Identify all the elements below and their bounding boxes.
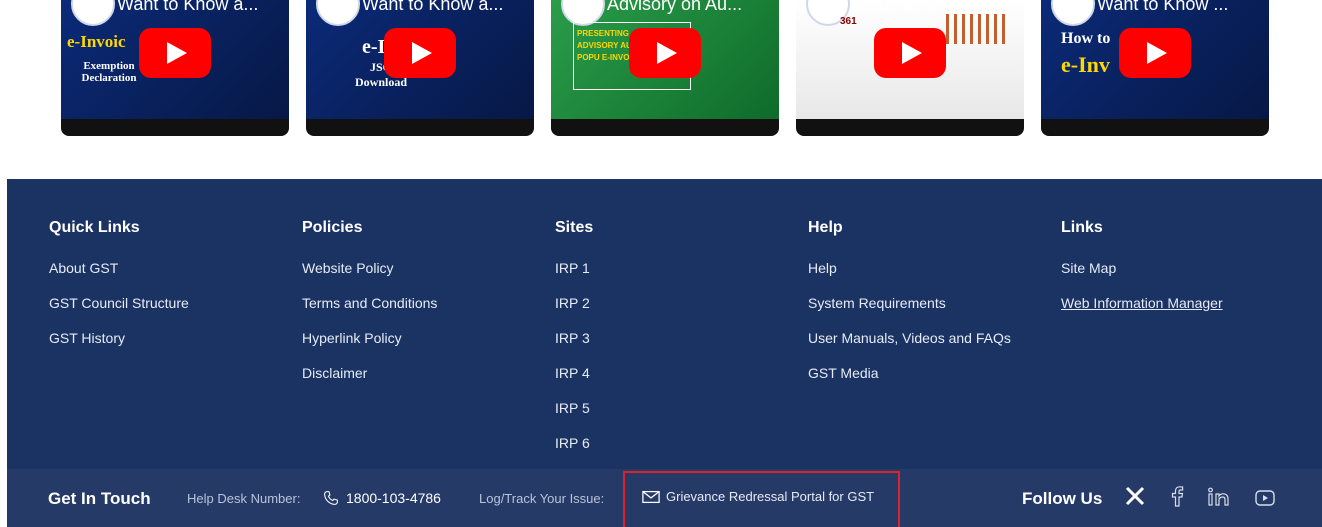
footer-column-quick-links: Quick Links About GST GST Council Struct… bbox=[49, 219, 189, 364]
column-heading: Sites bbox=[555, 219, 594, 236]
video-subline: e-Inv bbox=[1061, 52, 1110, 77]
video-subline: Exemption Declaration bbox=[81, 60, 137, 84]
footer-link-irp-6[interactable]: IRP 6 bbox=[555, 434, 593, 469]
footer-link-web-information-manager[interactable]: Web Information Manager bbox=[1061, 294, 1223, 329]
video-headline: e-Invoic bbox=[67, 32, 126, 51]
youtube-icon[interactable] bbox=[1255, 490, 1275, 506]
video-card[interactable]: Want to Know a... e-Invoic Exemption Dec… bbox=[61, 0, 289, 136]
chart-graphic bbox=[946, 14, 1006, 44]
play-button-icon[interactable] bbox=[874, 28, 946, 78]
video-strip: Want to Know a... e-Invoic Exemption Dec… bbox=[0, 0, 1322, 180]
video-title: Advisory on Au... bbox=[607, 0, 743, 14]
column-heading: Quick Links bbox=[49, 219, 140, 236]
footer-column-help: Help Help System Requirements User Manua… bbox=[808, 219, 1011, 399]
column-heading: Help bbox=[808, 219, 843, 236]
video-title: Want to Know ... bbox=[1097, 0, 1229, 14]
footer-column-sites: Sites IRP 1 IRP 2 IRP 3 IRP 4 IRP 5 IRP … bbox=[555, 219, 593, 469]
footer-link-hyperlink-policy[interactable]: Hyperlink Policy bbox=[302, 329, 437, 364]
grievance-portal-link[interactable]: Grievance Redressal Portal for GST bbox=[642, 489, 874, 504]
video-title: Want to Know a... bbox=[362, 0, 504, 14]
footer-link-irp-5[interactable]: IRP 5 bbox=[555, 399, 593, 434]
follow-us-heading: Follow Us bbox=[1022, 489, 1103, 508]
get-in-touch-heading: Get In Touch bbox=[48, 489, 151, 508]
footer-link-about-gst[interactable]: About GST bbox=[49, 259, 189, 294]
footer-link-website-policy[interactable]: Website Policy bbox=[302, 259, 437, 294]
video-title: Want to Know a... bbox=[117, 0, 259, 14]
footer-link-terms[interactable]: Terms and Conditions bbox=[302, 294, 437, 329]
helpdesk-number[interactable]: 1800-103-4786 bbox=[322, 489, 441, 507]
video-card[interactable]: Want to Know a... e-Inv JSO Download bbox=[306, 0, 534, 136]
play-button-icon[interactable] bbox=[629, 28, 701, 78]
video-title: Webinar on e-In... bbox=[852, 0, 995, 14]
footer-link-disclaimer[interactable]: Disclaimer bbox=[302, 364, 437, 399]
footer-link-gst-council-structure[interactable]: GST Council Structure bbox=[49, 294, 189, 329]
contact-bar: Get In Touch Help Desk Number: 1800-103-… bbox=[7, 469, 1322, 527]
footer-link-irp-4[interactable]: IRP 4 bbox=[555, 364, 593, 399]
footer-column-policies: Policies Website Policy Terms and Condit… bbox=[302, 219, 437, 399]
footer-link-site-map[interactable]: Site Map bbox=[1061, 259, 1223, 294]
video-card[interactable]: Want to Know ... How to e-Inv bbox=[1041, 0, 1269, 136]
phone-icon bbox=[322, 489, 340, 507]
site-footer: Quick Links About GST GST Council Struct… bbox=[7, 179, 1322, 469]
footer-link-irp-1[interactable]: IRP 1 bbox=[555, 259, 593, 294]
footer-link-gst-history[interactable]: GST History bbox=[49, 329, 189, 364]
footer-link-user-manuals[interactable]: User Manuals, Videos and FAQs bbox=[808, 329, 1011, 364]
footer-link-irp-3[interactable]: IRP 3 bbox=[555, 329, 593, 364]
column-heading: Links bbox=[1061, 219, 1103, 236]
helpdesk-label: Help Desk Number: bbox=[187, 491, 301, 506]
footer-column-links: Links Site Map Web Information Manager bbox=[1061, 219, 1223, 329]
grievance-portal-text: Grievance Redressal Portal for GST bbox=[666, 489, 875, 504]
footer-link-help[interactable]: Help bbox=[808, 259, 1011, 294]
helpdesk-number-text: 1800-103-4786 bbox=[346, 490, 441, 506]
facebook-icon[interactable] bbox=[1170, 485, 1184, 507]
video-card[interactable]: Webinar on e-In... 361 bbox=[796, 0, 1024, 136]
track-issue-label: Log/Track Your Issue: bbox=[479, 491, 605, 506]
video-badge: 361 bbox=[840, 16, 857, 27]
video-card[interactable]: Advisory on Au... PRESENTING ADVISORY AU… bbox=[551, 0, 779, 136]
play-button-icon[interactable] bbox=[384, 28, 456, 78]
column-heading: Policies bbox=[302, 219, 363, 236]
play-button-icon[interactable] bbox=[139, 28, 211, 78]
video-headline: How to bbox=[1061, 30, 1111, 47]
linkedin-icon[interactable] bbox=[1208, 487, 1230, 507]
mail-icon bbox=[642, 490, 660, 504]
x-icon[interactable] bbox=[1125, 486, 1145, 506]
play-button-icon[interactable] bbox=[1119, 28, 1191, 78]
footer-link-irp-2[interactable]: IRP 2 bbox=[555, 294, 593, 329]
footer-link-gst-media[interactable]: GST Media bbox=[808, 364, 1011, 399]
footer-link-system-requirements[interactable]: System Requirements bbox=[808, 294, 1011, 329]
